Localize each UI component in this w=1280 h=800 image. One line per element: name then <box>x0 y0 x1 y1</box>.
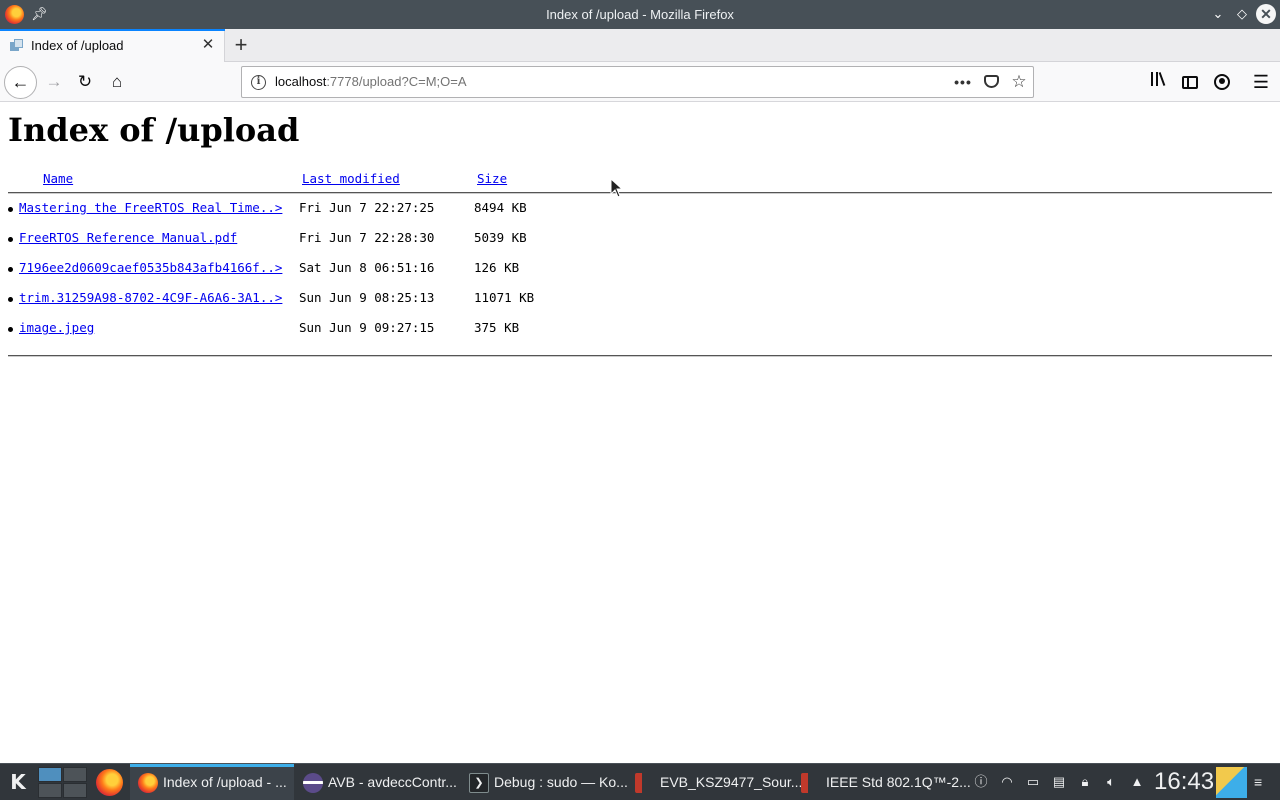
top-divider <box>8 192 1272 194</box>
file-modified: Sun Jun 9 09:27:15 <box>299 320 435 335</box>
show-desktop-icon[interactable] <box>1216 767 1247 798</box>
url-host: localhost <box>275 74 327 89</box>
task-firefox[interactable]: Index of /upload - ... <box>130 764 294 800</box>
desktop-1[interactable] <box>38 767 62 782</box>
avdecc-app-icon <box>303 773 323 793</box>
desktop-2[interactable] <box>63 767 87 782</box>
library-icon[interactable] <box>1147 72 1169 92</box>
page-actions-icon[interactable]: ••• <box>953 72 973 92</box>
home-button[interactable]: ⌂ <box>102 67 132 97</box>
tab-label: Index of /upload <box>31 38 124 53</box>
file-modified: Sun Jun 9 08:25:13 <box>299 290 435 305</box>
file-row: trim.31259A98-8702-4C9F-A6A6-3A1..> Sun … <box>0 290 700 310</box>
system-taskbar: K Index of /upload - ... AVB - avdeccCon… <box>0 763 1280 800</box>
hamburger-menu-icon[interactable]: ☰ <box>1250 72 1272 92</box>
task-label: AVB - avdeccContr... <box>328 774 457 790</box>
task-label: Index of /upload - ... <box>163 774 287 790</box>
page-heading: Index of /upload <box>8 111 300 149</box>
desktop-4[interactable] <box>63 783 87 798</box>
task-label: Debug : sudo — Ko... <box>494 774 628 790</box>
forward-button[interactable]: → <box>39 67 69 97</box>
file-row: image.jpeg Sun Jun 9 09:27:15 375 KB <box>0 320 700 340</box>
task-avb[interactable]: AVB - avdeccContr... <box>295 764 460 800</box>
url-bar[interactable]: i localhost:7778/upload?C=M;O=A ••• ☆ <box>241 66 1034 98</box>
pocket-icon[interactable] <box>981 72 1001 92</box>
pdf-icon <box>801 773 821 793</box>
file-size: 8494 KB <box>474 200 527 215</box>
file-link[interactable]: Mastering the FreeRTOS Real Time..> <box>19 200 282 215</box>
file-link[interactable]: FreeRTOS Reference Manual.pdf <box>19 230 237 245</box>
bullet-icon <box>8 237 13 242</box>
lock-icon[interactable]: 🔒︎ <box>1076 773 1094 791</box>
task-konsole[interactable]: ❯ Debug : sudo — Ko... <box>461 764 628 800</box>
sort-by-size-link[interactable]: Size <box>477 171 507 186</box>
file-row: 7196ee2d0609caef0535b843afb4166f..> Sat … <box>0 260 700 280</box>
minimize-button[interactable]: ⌄ <box>1208 4 1228 24</box>
wifi-icon[interactable]: ◠ <box>998 773 1016 791</box>
window-title: Index of /upload - Mozilla Firefox <box>546 7 734 22</box>
file-row: FreeRTOS Reference Manual.pdf Fri Jun 7 … <box>0 230 700 250</box>
file-size: 375 KB <box>474 320 520 335</box>
sort-by-last-modified-link[interactable]: Last modified <box>302 171 400 186</box>
task-pdf-ieee[interactable]: IEEE Std 802.1Q™-2... <box>793 764 971 800</box>
url-path: :7778/upload?C=M;O=A <box>326 74 467 89</box>
page-content: Index of /upload Name Last modified Size… <box>0 103 1280 760</box>
bottom-divider <box>8 355 1272 357</box>
bullet-icon <box>8 207 13 212</box>
back-button[interactable]: ← <box>4 66 37 99</box>
battery-icon[interactable]: ▭ <box>1024 773 1042 791</box>
mouse-cursor-icon <box>610 178 624 198</box>
task-pdf-evb[interactable]: EVB_KSZ9477_Sour... <box>627 764 802 800</box>
new-tab-icon[interactable]: + <box>229 31 253 59</box>
file-modified: Sat Jun 8 06:51:16 <box>299 260 435 275</box>
task-label: EVB_KSZ9477_Sour... <box>660 774 803 790</box>
maximize-button[interactable]: ◇ <box>1232 4 1252 24</box>
panel-menu-icon[interactable]: ≡ <box>1254 773 1270 791</box>
kde-application-launcher-icon[interactable]: K <box>6 770 30 794</box>
url-text[interactable]: localhost:7778/upload?C=M;O=A <box>275 67 467 97</box>
file-size: 5039 KB <box>474 230 527 245</box>
file-link[interactable]: trim.31259A98-8702-4C9F-A6A6-3A1..> <box>19 290 282 305</box>
bullet-icon <box>8 297 13 302</box>
bullet-icon <box>8 267 13 272</box>
task-label: IEEE Std 802.1Q™-2... <box>826 774 971 790</box>
window-titlebar: 📌︎ Index of /upload - Mozilla Firefox ⌄ … <box>0 0 1280 29</box>
clock[interactable]: 16:43 <box>1154 764 1214 800</box>
close-window-button[interactable]: ✕ <box>1256 4 1276 24</box>
firefox-icon <box>138 773 158 793</box>
file-row: Mastering the FreeRTOS Real Time..> Fri … <box>0 200 700 220</box>
account-icon[interactable] <box>1211 72 1233 92</box>
clipboard-icon[interactable]: ▤ <box>1050 773 1068 791</box>
tab-strip: Index of /upload ✕ + <box>0 29 1280 62</box>
site-info-icon[interactable]: i <box>251 75 266 90</box>
tab-index-upload[interactable]: Index of /upload ✕ <box>0 29 225 62</box>
update-notifier-icon[interactable]: ⓘ <box>972 773 990 791</box>
volume-icon[interactable]: 🔈︎ <box>1102 773 1120 791</box>
tray-expand-icon[interactable]: ▲ <box>1128 773 1146 791</box>
file-modified: Fri Jun 7 22:27:25 <box>299 200 435 215</box>
virtual-desktop-pager[interactable] <box>38 767 88 798</box>
file-link[interactable]: 7196ee2d0609caef0535b843afb4166f..> <box>19 260 282 275</box>
bookmark-star-icon[interactable]: ☆ <box>1009 72 1029 92</box>
close-tab-icon[interactable]: ✕ <box>199 36 217 54</box>
firefox-launcher-icon[interactable] <box>96 769 123 796</box>
bullet-icon <box>8 327 13 332</box>
navigation-toolbar: ← → ↻ ⌂ i localhost:7778/upload?C=M;O=A … <box>0 62 1280 102</box>
pdf-icon <box>635 773 655 793</box>
sort-by-name-link[interactable]: Name <box>43 171 73 186</box>
reload-button[interactable]: ↻ <box>70 67 100 97</box>
directory-favicon-icon <box>10 39 24 52</box>
terminal-icon: ❯ <box>469 773 489 793</box>
file-size: 11071 KB <box>474 290 535 305</box>
file-modified: Fri Jun 7 22:28:30 <box>299 230 435 245</box>
sidebar-icon[interactable] <box>1179 72 1201 92</box>
desktop-3[interactable] <box>38 783 62 798</box>
file-link[interactable]: image.jpeg <box>19 320 94 335</box>
file-size: 126 KB <box>474 260 520 275</box>
